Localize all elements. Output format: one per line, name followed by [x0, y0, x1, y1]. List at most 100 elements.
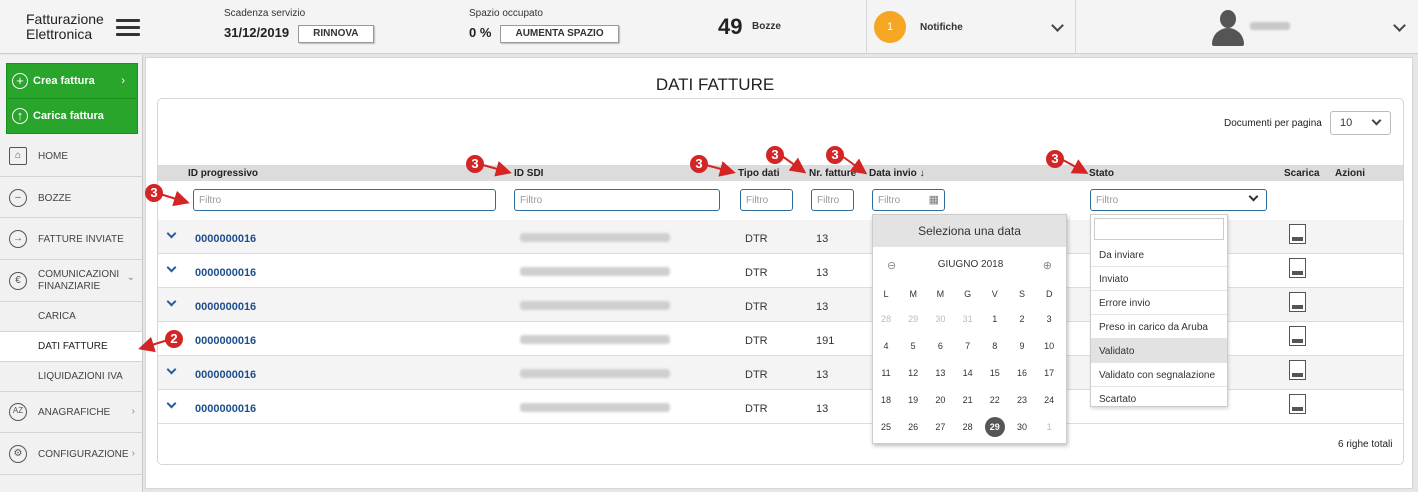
filter-stato-select[interactable]: Filtro: [1090, 189, 1267, 211]
row-sdi-blurred: [520, 233, 670, 242]
sidebar-item-configurazione[interactable]: ⚙ CONFIGURAZIONE ›: [0, 433, 142, 475]
expand-row-chevron-icon[interactable]: [166, 296, 177, 307]
calendar-day[interactable]: 14: [958, 368, 978, 378]
sidebar-item-fatture-inviate[interactable]: → FATTURE INVIATE: [0, 218, 142, 260]
sidebar-item-anagrafiche[interactable]: AZ ANAGRAFICHE ›: [0, 392, 142, 433]
column-header-id[interactable]: ID progressivo: [188, 168, 258, 179]
expand-row-chevron-icon[interactable]: [166, 364, 177, 375]
column-header-tipo[interactable]: Tipo dati: [738, 168, 779, 179]
hamburger-menu-icon[interactable]: [116, 19, 140, 37]
calendar-day[interactable]: 11: [876, 368, 896, 378]
row-id[interactable]: 0000000016: [195, 267, 256, 279]
pdf-download-icon[interactable]: [1289, 394, 1306, 414]
calendar-day[interactable]: 1: [1039, 422, 1059, 432]
calendar-day[interactable]: 28: [876, 314, 896, 324]
sidebar-item-bozze[interactable]: – BOZZE: [0, 177, 142, 218]
next-month-icon[interactable]: ⊕: [1043, 259, 1052, 272]
date-picker-month[interactable]: GIUGNO 2018: [873, 259, 1068, 270]
sidebar-subitem-liquidazioni-iva[interactable]: LIQUIDAZIONI IVA: [0, 362, 142, 392]
filter-sdi-input[interactable]: Filtro: [514, 189, 720, 211]
calendar-day[interactable]: 25: [876, 422, 896, 432]
calendar-day[interactable]: 19: [903, 395, 923, 405]
expand-row-chevron-icon[interactable]: [166, 398, 177, 409]
drafts-count[interactable]: 49: [718, 14, 742, 40]
calendar-day[interactable]: 12: [903, 368, 923, 378]
calendar-day[interactable]: 9: [1012, 341, 1032, 351]
calendar-day[interactable]: 1: [985, 314, 1005, 324]
calendar-day[interactable]: 3: [1039, 314, 1059, 324]
row-id[interactable]: 0000000016: [195, 335, 256, 347]
upload-invoice-button[interactable]: ↑ Carica fattura: [6, 98, 138, 134]
column-header-sdi[interactable]: ID SDI: [514, 168, 543, 179]
chevron-right-icon: ›: [131, 406, 135, 417]
calendar-day[interactable]: 8: [985, 341, 1005, 351]
calendar-day[interactable]: 17: [1039, 368, 1059, 378]
filter-tipo-input[interactable]: Filtro: [740, 189, 793, 211]
calendar-day[interactable]: 15: [985, 368, 1005, 378]
column-header-nr[interactable]: Nr. fatture: [809, 168, 856, 179]
sidebar-item-home[interactable]: ⌂ HOME: [0, 135, 142, 177]
calendar-day[interactable]: 29: [903, 314, 923, 324]
row-id[interactable]: 0000000016: [195, 403, 256, 415]
sidebar-item-comunicazioni-finanziarie[interactable]: € COMUNICAZIONI FINANZIARIE ⌄: [0, 260, 142, 302]
calendar-day[interactable]: 13: [930, 368, 950, 378]
drafts-label[interactable]: Bozze: [752, 21, 781, 32]
pdf-download-icon[interactable]: [1289, 360, 1306, 380]
pdf-download-icon[interactable]: [1289, 258, 1306, 278]
sidebar-subitem-dati-fatture[interactable]: DATI FATTURE: [0, 332, 142, 362]
calendar-day[interactable]: 22: [985, 395, 1005, 405]
calendar-day[interactable]: 10: [1039, 341, 1059, 351]
calendar-day[interactable]: 21: [958, 395, 978, 405]
user-name-blurred[interactable]: [1250, 22, 1290, 30]
sidebar-subitem-carica[interactable]: CARICA: [0, 302, 142, 332]
calendar-day[interactable]: 5: [903, 341, 923, 351]
column-header-stato[interactable]: Stato: [1089, 168, 1114, 179]
calendar-icon[interactable]: ▦: [929, 193, 939, 206]
renew-button[interactable]: RINNOVA: [298, 25, 374, 44]
calendar-day[interactable]: 7: [958, 341, 978, 351]
calendar-day[interactable]: 16: [1012, 368, 1032, 378]
filter-id-input[interactable]: Filtro: [193, 189, 496, 211]
calendar-day[interactable]: 24: [1039, 395, 1059, 405]
stato-search-input[interactable]: [1094, 218, 1224, 240]
column-header-data[interactable]: Data invio ↓: [869, 168, 925, 179]
notifications-label[interactable]: Notifiche: [920, 22, 963, 33]
expand-row-chevron-icon[interactable]: [166, 228, 177, 239]
pdf-download-icon[interactable]: [1289, 326, 1306, 346]
stato-option[interactable]: Errore invio: [1091, 291, 1227, 315]
filter-nr-input[interactable]: Filtro: [811, 189, 854, 211]
stato-option[interactable]: Validato con segnalazione: [1091, 363, 1227, 387]
row-id[interactable]: 0000000016: [195, 369, 256, 381]
calendar-day[interactable]: 20: [930, 395, 950, 405]
calendar-day[interactable]: 31: [958, 314, 978, 324]
calendar-day[interactable]: 4: [876, 341, 896, 351]
per-page-select[interactable]: 10: [1330, 111, 1391, 135]
stato-option[interactable]: Preso in carico da Aruba: [1091, 315, 1227, 339]
increase-storage-button[interactable]: AUMENTA SPAZIO: [500, 25, 619, 44]
pdf-download-icon[interactable]: [1289, 292, 1306, 312]
create-invoice-button[interactable]: + Crea fattura ›: [6, 63, 138, 99]
filter-data-input[interactable]: Filtro ▦: [872, 189, 945, 211]
stato-option[interactable]: Inviato: [1091, 267, 1227, 291]
notifications-chevron-down-icon[interactable]: [1051, 19, 1064, 32]
stato-option-highlighted[interactable]: Validato: [1091, 339, 1227, 363]
calendar-day[interactable]: 27: [930, 422, 950, 432]
calendar-day[interactable]: 28: [958, 422, 978, 432]
pdf-download-icon[interactable]: [1289, 224, 1306, 244]
calendar-day[interactable]: 6: [930, 341, 950, 351]
stato-option[interactable]: Scartato: [1091, 387, 1227, 411]
user-menu-chevron-down-icon[interactable]: [1393, 19, 1406, 32]
calendar-day[interactable]: 30: [930, 314, 950, 324]
calendar-day[interactable]: 23: [1012, 395, 1032, 405]
calendar-day[interactable]: 18: [876, 395, 896, 405]
calendar-day[interactable]: 26: [903, 422, 923, 432]
row-id[interactable]: 0000000016: [195, 301, 256, 313]
calendar-day-selected[interactable]: 29: [984, 417, 1005, 437]
user-avatar-icon[interactable]: [1212, 10, 1244, 46]
calendar-day[interactable]: 2: [1012, 314, 1032, 324]
notifications-badge[interactable]: 1: [874, 11, 906, 43]
row-id[interactable]: 0000000016: [195, 233, 256, 245]
stato-option[interactable]: Da inviare: [1091, 243, 1227, 267]
calendar-day[interactable]: 30: [1012, 422, 1032, 432]
expand-row-chevron-icon[interactable]: [166, 262, 177, 273]
